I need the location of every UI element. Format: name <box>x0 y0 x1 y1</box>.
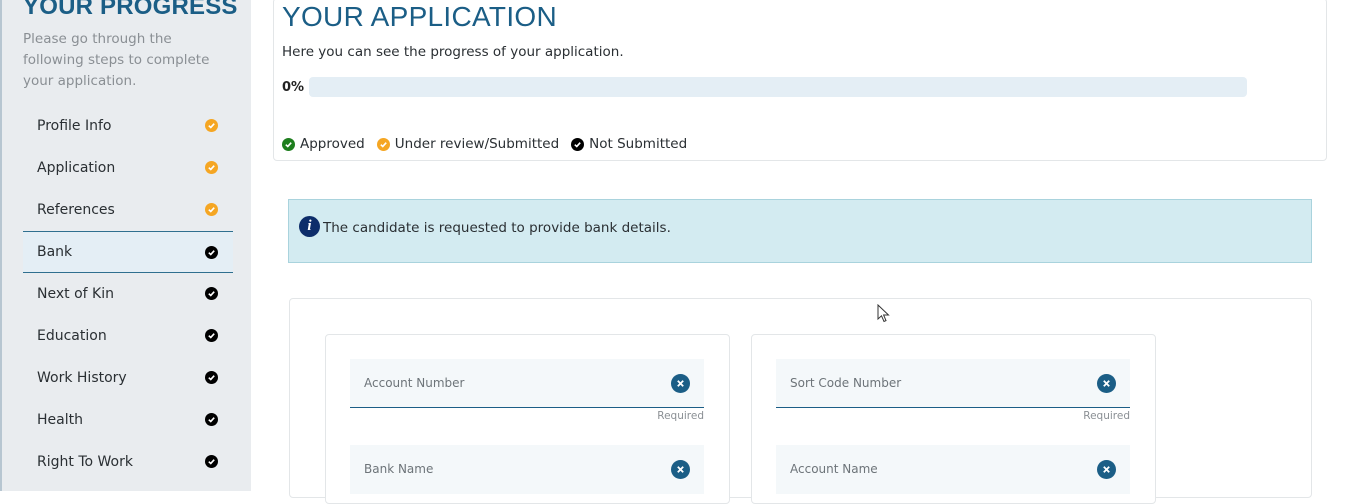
check-circle-icon <box>205 161 218 174</box>
application-progress-card: YOUR APPLICATION Here you can see the pr… <box>273 0 1327 161</box>
clear-icon[interactable] <box>671 460 690 479</box>
page-subtitle: Here you can see the progress of your ap… <box>282 44 624 60</box>
check-circle-icon <box>205 203 218 216</box>
info-text: The candidate is requested to provide ba… <box>323 220 671 236</box>
step-bank[interactable]: Bank <box>23 231 233 273</box>
step-application[interactable]: Application <box>23 147 233 189</box>
check-circle-icon <box>205 287 218 300</box>
check-circle-icon <box>205 329 218 342</box>
info-banner: i The candidate is requested to provide … <box>288 199 1312 263</box>
progress-bar <box>309 77 1247 97</box>
page-title: YOUR APPLICATION <box>282 1 558 32</box>
step-label: Work History <box>37 370 127 386</box>
progress-percent: 0% <box>282 80 305 95</box>
step-right-to-work[interactable]: Right To Work <box>23 441 233 483</box>
step-next-of-kin[interactable]: Next of Kin <box>23 273 233 315</box>
check-circle-icon <box>205 119 218 132</box>
check-circle-icon <box>205 413 218 426</box>
step-education[interactable]: Education <box>23 315 233 357</box>
step-references[interactable]: References <box>23 189 233 231</box>
clear-icon[interactable] <box>1097 374 1116 393</box>
sort-code-required-hint: Required <box>1083 410 1130 422</box>
legend-label: Under review/Submitted <box>394 136 560 152</box>
account-name-field[interactable]: Account Name <box>776 445 1130 494</box>
step-label: Profile Info <box>37 118 112 134</box>
sidebar-title: YOUR PROGRESS <box>23 0 238 20</box>
account-number-required-hint: Required <box>657 410 704 422</box>
check-circle-icon <box>571 137 585 151</box>
step-work-history[interactable]: Work History <box>23 357 233 399</box>
legend-under-review: Under review/Submitted <box>376 136 560 152</box>
progress-sidebar: YOUR PROGRESS Please go through the foll… <box>0 0 251 491</box>
step-label: Application <box>37 160 116 176</box>
step-label: Bank <box>37 244 73 260</box>
step-health[interactable]: Health <box>23 399 233 441</box>
step-label: Right To Work <box>37 454 133 470</box>
step-label: Next of Kin <box>37 286 114 302</box>
sidebar-description: Please go through the following steps to… <box>23 31 210 89</box>
sort-code-field[interactable]: Sort Code Number <box>776 359 1130 408</box>
info-icon: i <box>299 216 320 237</box>
bank-name-placeholder: Bank Name <box>364 462 434 476</box>
step-label: Education <box>37 328 107 344</box>
step-label: References <box>37 202 115 218</box>
step-label: Health <box>37 412 83 428</box>
account-name-placeholder: Account Name <box>790 462 878 476</box>
bank-name-field[interactable]: Bank Name <box>350 445 704 494</box>
steps-list: Profile Info Application References Bank… <box>23 105 233 483</box>
clear-icon[interactable] <box>1097 460 1116 479</box>
status-legend: Approved Under review/Submitted Not Subm… <box>282 136 699 152</box>
legend-label: Approved <box>300 136 365 152</box>
clear-icon[interactable] <box>671 374 690 393</box>
legend-label: Not Submitted <box>589 136 688 152</box>
check-circle-icon <box>376 137 390 151</box>
legend-approved: Approved <box>282 136 365 152</box>
legend-not-submitted: Not Submitted <box>571 136 687 152</box>
mouse-cursor-icon <box>877 304 890 323</box>
check-circle-icon <box>205 371 218 384</box>
account-number-field[interactable]: Account Number <box>350 359 704 408</box>
check-circle-icon <box>282 137 295 151</box>
check-circle-icon <box>205 455 218 468</box>
account-number-placeholder: Account Number <box>364 376 465 390</box>
step-profile-info[interactable]: Profile Info <box>23 105 233 147</box>
sort-code-placeholder: Sort Code Number <box>790 376 902 390</box>
check-circle-icon <box>205 246 218 259</box>
